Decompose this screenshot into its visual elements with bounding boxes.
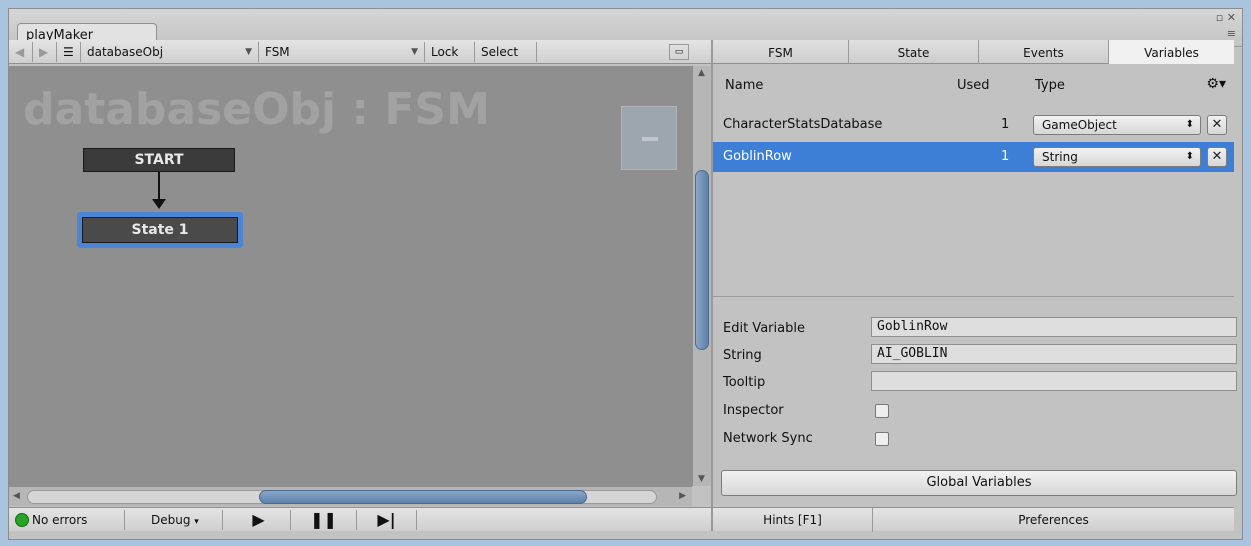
horizontal-scrollbar[interactable]: ◀ ▶	[9, 486, 692, 506]
gear-icon[interactable]: ⚙▾	[1206, 76, 1226, 92]
transition-line	[158, 172, 160, 202]
variable-name: CharacterStatsDatabase	[723, 117, 883, 132]
back-icon[interactable]: ◀	[9, 42, 33, 62]
error-status[interactable]: No errors	[13, 510, 125, 530]
minimap-view	[642, 137, 658, 141]
updown-icon: ⬍	[1185, 151, 1194, 162]
variables-header: Name Used Type ⚙▾	[713, 66, 1234, 106]
variable-used-count: 1	[1001, 117, 1010, 132]
menu-icon[interactable]: ≡	[1210, 28, 1236, 39]
select-button[interactable]: Select	[475, 42, 537, 62]
edit-variable-label: Edit Variable	[723, 321, 805, 336]
preferences-button[interactable]: Preferences	[873, 508, 1234, 532]
inspector-tabs: FSM State Events Variables	[713, 40, 1234, 64]
chevron-down-icon: ▼	[245, 47, 252, 57]
vertical-scroll-thumb[interactable]	[695, 170, 709, 350]
inspector-bottom-bar: Hints [F1] Preferences	[713, 507, 1234, 532]
select-label: Select	[481, 45, 519, 59]
variable-type-select[interactable]: GameObject ⬍	[1033, 115, 1201, 135]
minimap[interactable]	[621, 106, 677, 170]
debug-dropdown[interactable]: Debug ▾	[127, 510, 223, 530]
global-variables-button[interactable]: Global Variables	[721, 470, 1237, 496]
lock-label: Lock	[431, 45, 459, 59]
start-node[interactable]: START	[83, 148, 235, 172]
transition-arrow-icon	[152, 199, 166, 209]
remove-variable-button[interactable]: ✕	[1207, 115, 1227, 135]
scroll-down-icon[interactable]: ▼	[698, 474, 705, 484]
debug-label: Debug	[151, 513, 191, 527]
step-icon[interactable]: ▶|	[357, 510, 417, 530]
scroll-right-icon[interactable]: ▶	[679, 491, 686, 501]
tooltip-label: Tooltip	[723, 375, 766, 390]
tab-events[interactable]: Events	[979, 40, 1109, 64]
string-value-field[interactable]: AI_GOBLIN	[871, 344, 1237, 364]
chevron-down-icon: ▼	[411, 47, 418, 57]
remove-variable-button[interactable]: ✕	[1207, 147, 1227, 167]
status-ok-icon	[15, 513, 29, 527]
tab-variables[interactable]: Variables	[1109, 40, 1234, 64]
variable-name-field[interactable]: GoblinRow	[871, 317, 1237, 337]
forward-icon[interactable]: ▶	[33, 42, 57, 62]
variable-used-count: 1	[1001, 149, 1010, 164]
pause-icon[interactable]: ❚❚	[291, 510, 357, 530]
string-label: String	[723, 348, 762, 363]
hints-button[interactable]: Hints [F1]	[713, 508, 873, 532]
minimap-toggle-icon[interactable]: ▭	[669, 44, 689, 60]
state-node-label: State 1	[82, 217, 238, 243]
graph-status-bar: No errors Debug ▾ ▶ ❚❚ ▶|	[9, 507, 711, 531]
scroll-left-icon[interactable]: ◀	[13, 491, 20, 501]
browser-menu-icon[interactable]: ☰	[57, 42, 81, 62]
error-status-label: No errors	[32, 513, 88, 527]
fsm-toolbar: ◀ ▶ ☰ databaseObj ▼ FSM ▼ Lock Select ▭	[9, 40, 711, 64]
edit-variable-panel: Edit Variable GoblinRow String AI_GOBLIN…	[713, 296, 1237, 460]
fsm-graph-canvas[interactable]: databaseObj : FSM START State 1	[9, 66, 692, 486]
variable-type-select[interactable]: String ⬍	[1033, 147, 1201, 167]
state-node-selected[interactable]: State 1	[77, 212, 243, 248]
fsm-name-label: FSM	[265, 45, 290, 59]
chevron-down-icon: ▾	[194, 517, 199, 527]
inspector-label: Inspector	[723, 403, 784, 418]
vertical-scrollbar[interactable]: ▲ ▼	[692, 66, 711, 486]
tab-state[interactable]: State	[849, 40, 979, 64]
fsm-name-dropdown[interactable]: FSM ▼	[259, 42, 425, 62]
column-name[interactable]: Name	[725, 78, 763, 93]
scroll-up-icon[interactable]: ▲	[698, 68, 705, 78]
fsm-owner-label: databaseObj	[87, 45, 164, 59]
window-controls: ▫ ✕ ≡	[1210, 12, 1236, 43]
play-icon[interactable]: ▶	[227, 510, 291, 530]
restore-icon[interactable]: ▫ ✕	[1210, 12, 1236, 23]
network-sync-checkbox[interactable]	[875, 432, 889, 446]
graph-title: databaseObj : FSM	[23, 84, 490, 135]
tooltip-field[interactable]	[871, 371, 1237, 391]
column-type[interactable]: Type	[1035, 78, 1065, 93]
variable-type-label: GameObject	[1042, 118, 1117, 132]
updown-icon: ⬍	[1185, 119, 1194, 130]
table-row-selected[interactable]: GoblinRow 1 String ⬍ ✕	[713, 142, 1234, 172]
column-used[interactable]: Used	[957, 78, 990, 93]
horizontal-scroll-thumb[interactable]	[259, 490, 587, 504]
network-sync-label: Network Sync	[723, 431, 813, 446]
tab-fsm[interactable]: FSM	[713, 40, 849, 64]
variable-type-label: String	[1042, 150, 1078, 164]
lock-button[interactable]: Lock	[425, 42, 475, 62]
inspector-checkbox[interactable]	[875, 404, 889, 418]
fsm-owner-dropdown[interactable]: databaseObj ▼	[81, 42, 259, 62]
table-row[interactable]: CharacterStatsDatabase 1 GameObject ⬍ ✕	[713, 110, 1234, 140]
variable-name: GoblinRow	[723, 149, 792, 164]
